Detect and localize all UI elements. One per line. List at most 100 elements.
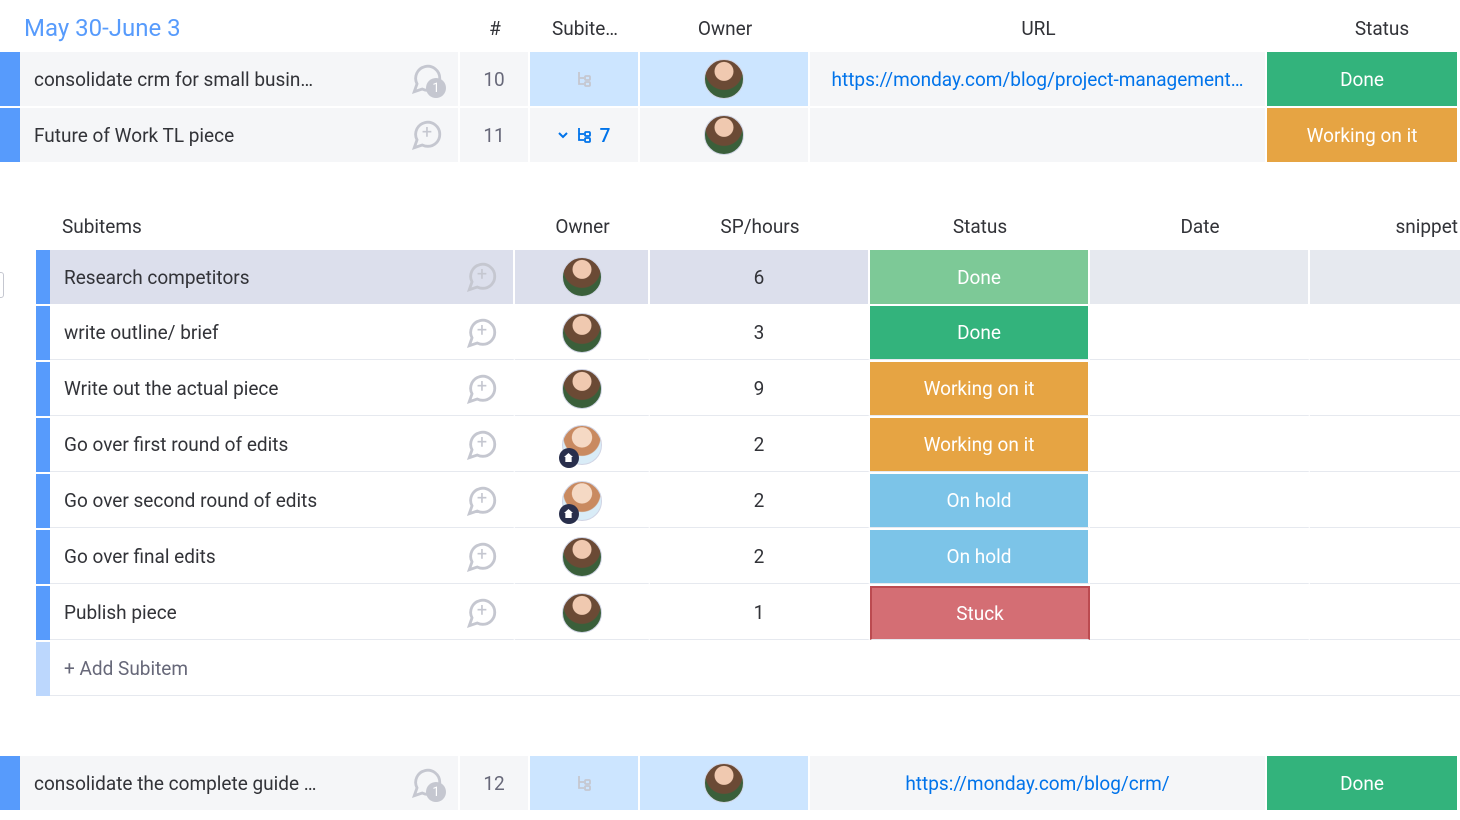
sub-column-title[interactable]: Subitems bbox=[50, 215, 515, 238]
subitems-cell[interactable] bbox=[530, 756, 640, 810]
snippet-cell[interactable] bbox=[1310, 250, 1460, 304]
snippet-cell[interactable] bbox=[1310, 586, 1460, 640]
subitem-name-cell[interactable]: Go over first round of edits+ bbox=[50, 418, 515, 472]
group-title[interactable]: May 30-June 3 bbox=[20, 14, 460, 42]
owner-cell[interactable] bbox=[515, 586, 650, 640]
group-header-row: May 30-June 3 # Subite… Owner URL Status bbox=[0, 0, 1460, 50]
subitem-name-cell[interactable]: Go over final edits + bbox=[50, 530, 515, 584]
column-header-subitems[interactable]: Subite… bbox=[530, 17, 640, 40]
group-color-bar bbox=[36, 418, 50, 472]
sub-column-sp[interactable]: SP/hours bbox=[650, 215, 870, 238]
subitem-row[interactable]: write outline/ brief+ 3Done bbox=[0, 304, 1460, 360]
subitem-row[interactable]: Write out the actual piece+ 9Working on i… bbox=[0, 360, 1460, 416]
comment-icon[interactable]: 1 bbox=[410, 62, 444, 96]
subitem-row[interactable]: Publish piece+ 1Stuck bbox=[0, 584, 1460, 640]
date-cell[interactable] bbox=[1090, 250, 1310, 304]
owner-cell[interactable] bbox=[640, 52, 810, 106]
sub-column-date[interactable]: Date bbox=[1090, 215, 1310, 238]
column-header-url[interactable]: URL bbox=[810, 17, 1267, 40]
snippet-cell[interactable] bbox=[1310, 362, 1460, 416]
add-subitem-row[interactable]: + Add Subitem bbox=[0, 640, 1460, 696]
status-cell[interactable]: On hold bbox=[870, 530, 1090, 584]
table-row[interactable]: consolidate the complete guide … 1 12 ht… bbox=[0, 754, 1460, 810]
date-cell[interactable] bbox=[1090, 418, 1310, 472]
add-comment-icon[interactable]: + bbox=[465, 316, 499, 350]
sp-cell[interactable]: 2 bbox=[650, 418, 870, 472]
owner-cell[interactable] bbox=[515, 362, 650, 416]
date-cell[interactable] bbox=[1090, 362, 1310, 416]
snippet-cell[interactable] bbox=[1310, 474, 1460, 528]
add-comment-icon[interactable]: + bbox=[465, 372, 499, 406]
subitems-cell[interactable]: 7 bbox=[530, 108, 640, 162]
date-cell[interactable] bbox=[1090, 530, 1310, 584]
subitem-name-cell[interactable]: Research competitors+ bbox=[50, 250, 515, 304]
status-cell[interactable]: Working on it bbox=[870, 362, 1090, 416]
url-cell[interactable]: https://monday.com/blog/project-manageme… bbox=[810, 52, 1267, 106]
add-comment-icon[interactable]: + bbox=[465, 596, 499, 630]
date-cell[interactable] bbox=[1090, 586, 1310, 640]
snippet-cell[interactable] bbox=[1310, 418, 1460, 472]
status-cell[interactable]: Done bbox=[870, 250, 1090, 304]
sub-column-status[interactable]: Status bbox=[870, 215, 1090, 238]
status-cell[interactable]: Done bbox=[1267, 52, 1457, 106]
group-color-bar bbox=[36, 250, 50, 304]
comment-icon[interactable]: 1 bbox=[410, 766, 444, 800]
status-cell[interactable]: Stuck bbox=[870, 586, 1090, 640]
date-cell[interactable] bbox=[1090, 306, 1310, 360]
subitem-row[interactable]: Go over first round of edits+ 2Working on… bbox=[0, 416, 1460, 472]
group-color-bar bbox=[36, 586, 50, 640]
subitem-row[interactable]: Go over final edits +2On hold bbox=[0, 528, 1460, 584]
add-subitem-label[interactable]: + Add Subitem bbox=[50, 642, 1460, 696]
sp-cell[interactable]: 3 bbox=[650, 306, 870, 360]
add-comment-icon[interactable]: + bbox=[465, 260, 499, 294]
owner-cell[interactable] bbox=[640, 108, 810, 162]
owner-cell[interactable] bbox=[515, 250, 650, 304]
url-link[interactable]: https://monday.com/blog/project-manageme… bbox=[832, 68, 1244, 91]
table-row[interactable]: consolidate crm for small busin… 1 10 ht… bbox=[0, 50, 1460, 106]
date-cell[interactable] bbox=[1090, 474, 1310, 528]
subitem-name-cell[interactable]: Write out the actual piece+ bbox=[50, 362, 515, 416]
task-name-cell[interactable]: consolidate crm for small busin… 1 bbox=[20, 52, 460, 106]
owner-cell[interactable] bbox=[515, 306, 650, 360]
subitem-name-cell[interactable]: Publish piece+ bbox=[50, 586, 515, 640]
add-comment-icon[interactable]: + bbox=[465, 428, 499, 462]
owner-cell[interactable] bbox=[515, 418, 650, 472]
subitem-row[interactable]: Research competitors+ 6Done bbox=[0, 248, 1460, 304]
status-cell[interactable]: On hold bbox=[870, 474, 1090, 528]
subitems-cell[interactable] bbox=[530, 52, 640, 106]
sp-cell[interactable]: 2 bbox=[650, 474, 870, 528]
snippet-cell[interactable] bbox=[1310, 306, 1460, 360]
snippet-cell[interactable] bbox=[1310, 530, 1460, 584]
column-header-status[interactable]: Status bbox=[1267, 17, 1457, 40]
status-cell[interactable]: Done bbox=[1267, 756, 1457, 810]
url-cell[interactable]: https://monday.com/blog/crm/ bbox=[810, 756, 1267, 810]
column-header-owner[interactable]: Owner bbox=[640, 17, 810, 40]
sp-cell[interactable]: 6 bbox=[650, 250, 870, 304]
task-name-cell[interactable]: Future of Work TL piece + bbox=[20, 108, 460, 162]
task-name-cell[interactable]: consolidate the complete guide … 1 bbox=[20, 756, 460, 810]
avatar bbox=[704, 763, 744, 803]
subitem-name-cell[interactable]: Go over second round of edits+ bbox=[50, 474, 515, 528]
status-cell[interactable]: Working on it bbox=[1267, 108, 1457, 162]
owner-cell[interactable] bbox=[515, 530, 650, 584]
url-link[interactable]: https://monday.com/blog/crm/ bbox=[905, 772, 1169, 795]
sub-column-snippet[interactable]: snippet bbox=[1310, 215, 1460, 238]
subitem-title: Go over final edits bbox=[64, 545, 455, 568]
column-header-num[interactable]: # bbox=[460, 17, 530, 40]
add-comment-icon[interactable]: + bbox=[465, 484, 499, 518]
sub-column-owner[interactable]: Owner bbox=[515, 215, 650, 238]
sp-cell[interactable]: 1 bbox=[650, 586, 870, 640]
subitem-name-cell[interactable]: write outline/ brief+ bbox=[50, 306, 515, 360]
status-cell[interactable]: Done bbox=[870, 306, 1090, 360]
owner-cell[interactable] bbox=[515, 474, 650, 528]
add-comment-icon[interactable]: + bbox=[465, 540, 499, 574]
subitem-row[interactable]: Go over second round of edits+ 2On hold bbox=[0, 472, 1460, 528]
status-cell[interactable]: Working on it bbox=[870, 418, 1090, 472]
sp-cell[interactable]: 2 bbox=[650, 530, 870, 584]
url-cell[interactable] bbox=[810, 108, 1267, 162]
add-comment-icon[interactable]: + bbox=[410, 118, 444, 152]
sp-cell[interactable]: 9 bbox=[650, 362, 870, 416]
table-row[interactable]: Future of Work TL piece + 11 7 Working o… bbox=[0, 106, 1460, 162]
owner-cell[interactable] bbox=[640, 756, 810, 810]
collapse-toggle[interactable] bbox=[0, 272, 4, 298]
